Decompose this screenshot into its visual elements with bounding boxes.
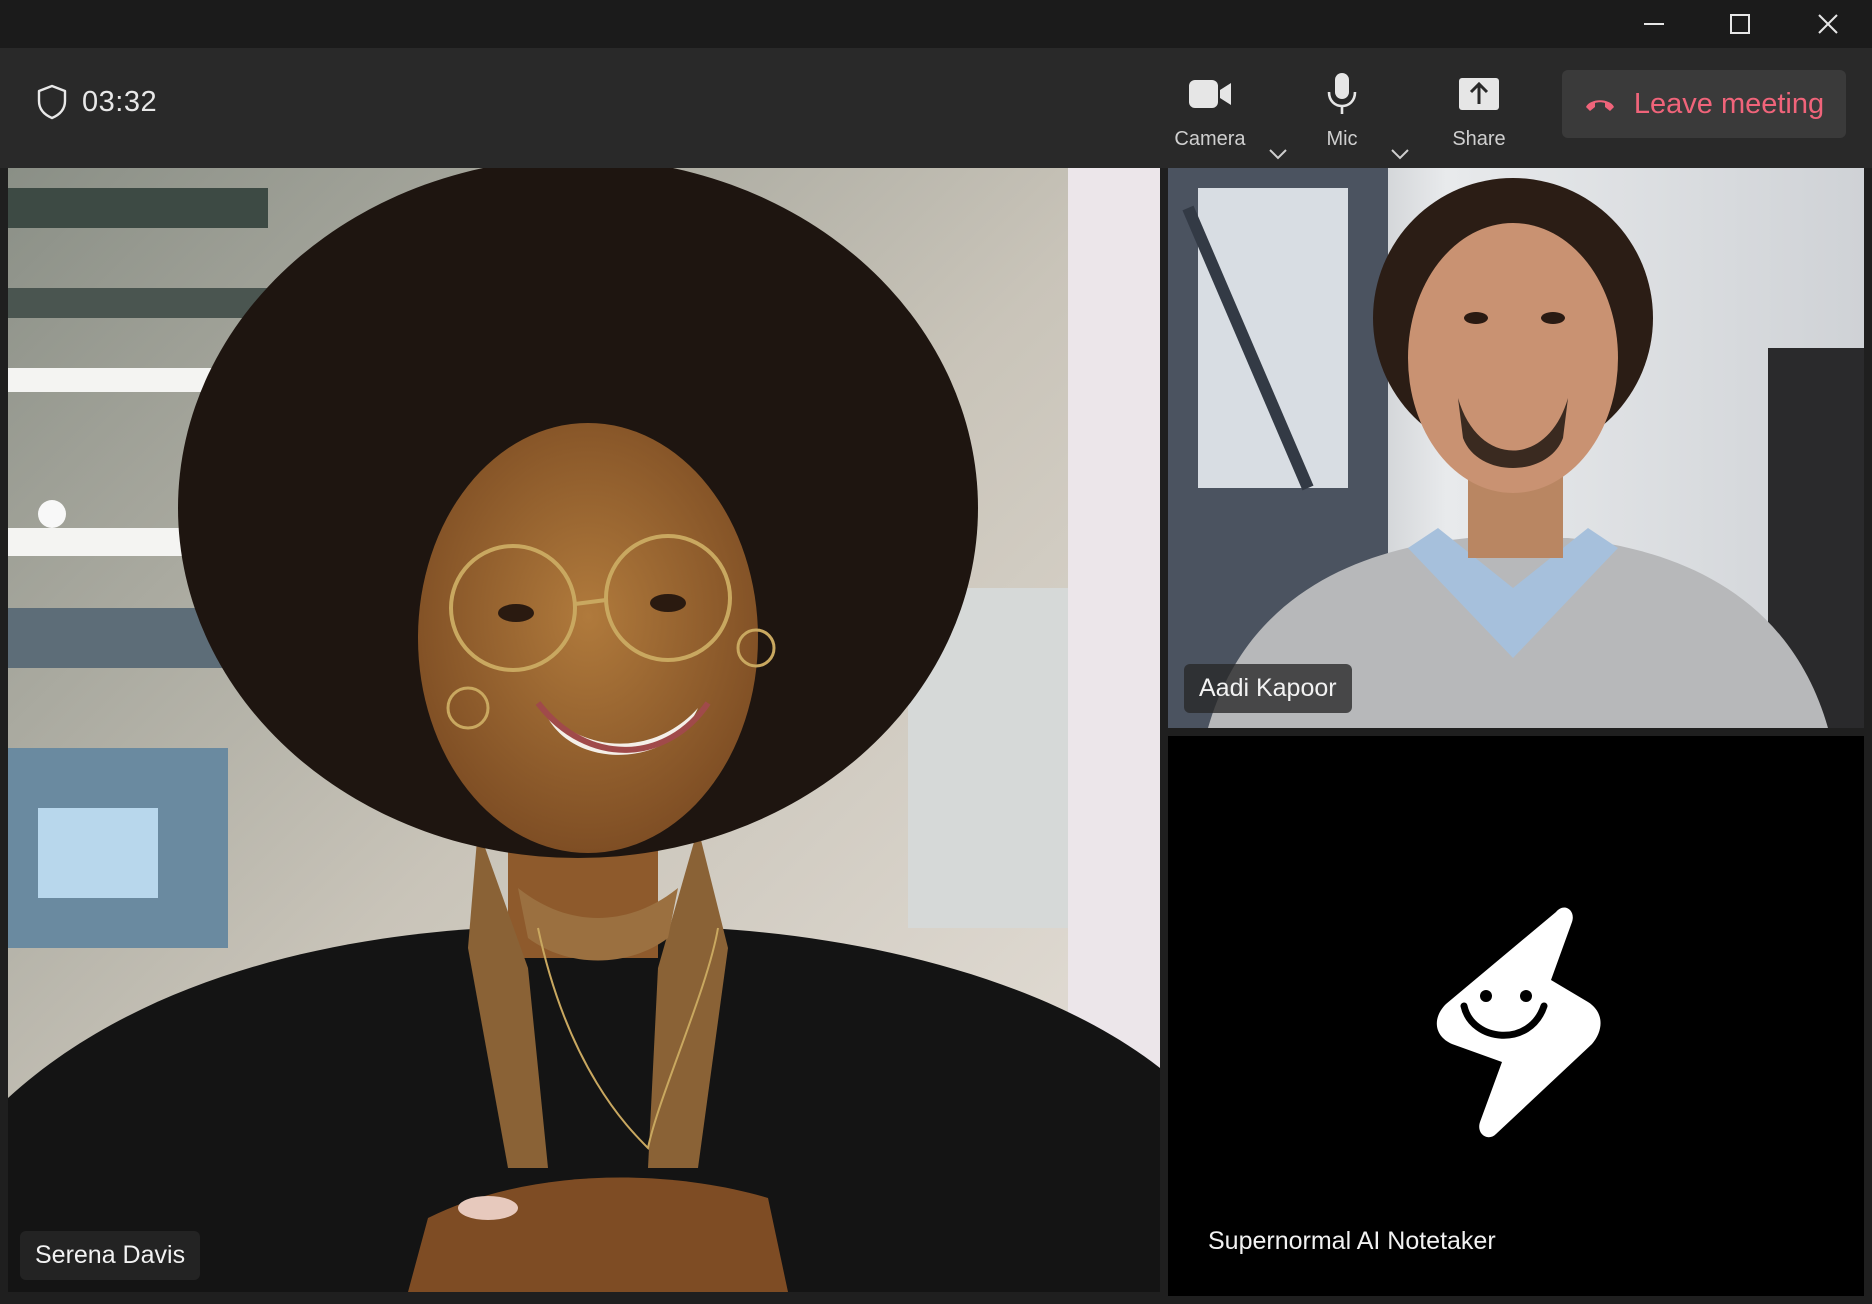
- camera-options-dropdown[interactable]: [1264, 140, 1292, 168]
- participant-name-label: Supernormal AI Notetaker: [1208, 1227, 1496, 1255]
- leave-meeting-button[interactable]: Leave meeting: [1562, 70, 1846, 138]
- shield-icon: [37, 84, 67, 120]
- participant-video-feed: [1168, 168, 1864, 728]
- chevron-down-icon: [1269, 149, 1287, 160]
- camera-label: Camera: [1174, 128, 1246, 150]
- share-screen-icon: [1459, 78, 1499, 110]
- maximize-icon: [1730, 14, 1750, 34]
- participant-video-tile: Aadi Kapoor: [1168, 168, 1864, 728]
- maximize-button[interactable]: [1696, 0, 1784, 48]
- mic-options-dropdown[interactable]: [1386, 140, 1414, 168]
- meeting-timer: 03:32: [36, 84, 157, 120]
- notetaker-tile: Supernormal AI Notetaker: [1168, 736, 1864, 1296]
- timer-text: 03:32: [82, 85, 158, 118]
- participant-name-tag: Aadi Kapoor: [1184, 664, 1352, 713]
- minimize-icon: [1644, 23, 1664, 25]
- microphone-icon: [1327, 73, 1357, 114]
- share-label: Share: [1452, 128, 1506, 150]
- participant-name-tag: Serena Davis: [20, 1231, 201, 1280]
- close-window-button[interactable]: [1784, 0, 1872, 48]
- chevron-down-icon: [1391, 149, 1409, 160]
- close-icon: [1818, 14, 1838, 34]
- participant-video-feed: [8, 168, 1160, 1292]
- supernormal-logo-icon: [1436, 907, 1601, 1138]
- hang-up-icon: [1585, 100, 1614, 111]
- camera-button[interactable]: Camera: [1170, 68, 1250, 152]
- mic-button[interactable]: Mic: [1316, 68, 1368, 152]
- participant-video-tile: Serena Davis: [8, 168, 1160, 1292]
- leave-meeting-label: Leave meeting: [1633, 87, 1825, 120]
- video-camera-icon: [1189, 80, 1231, 108]
- share-button[interactable]: Share: [1446, 68, 1512, 152]
- title-bar: [0, 0, 1872, 48]
- minimize-button[interactable]: [1610, 0, 1698, 48]
- mic-label: Mic: [1326, 128, 1358, 150]
